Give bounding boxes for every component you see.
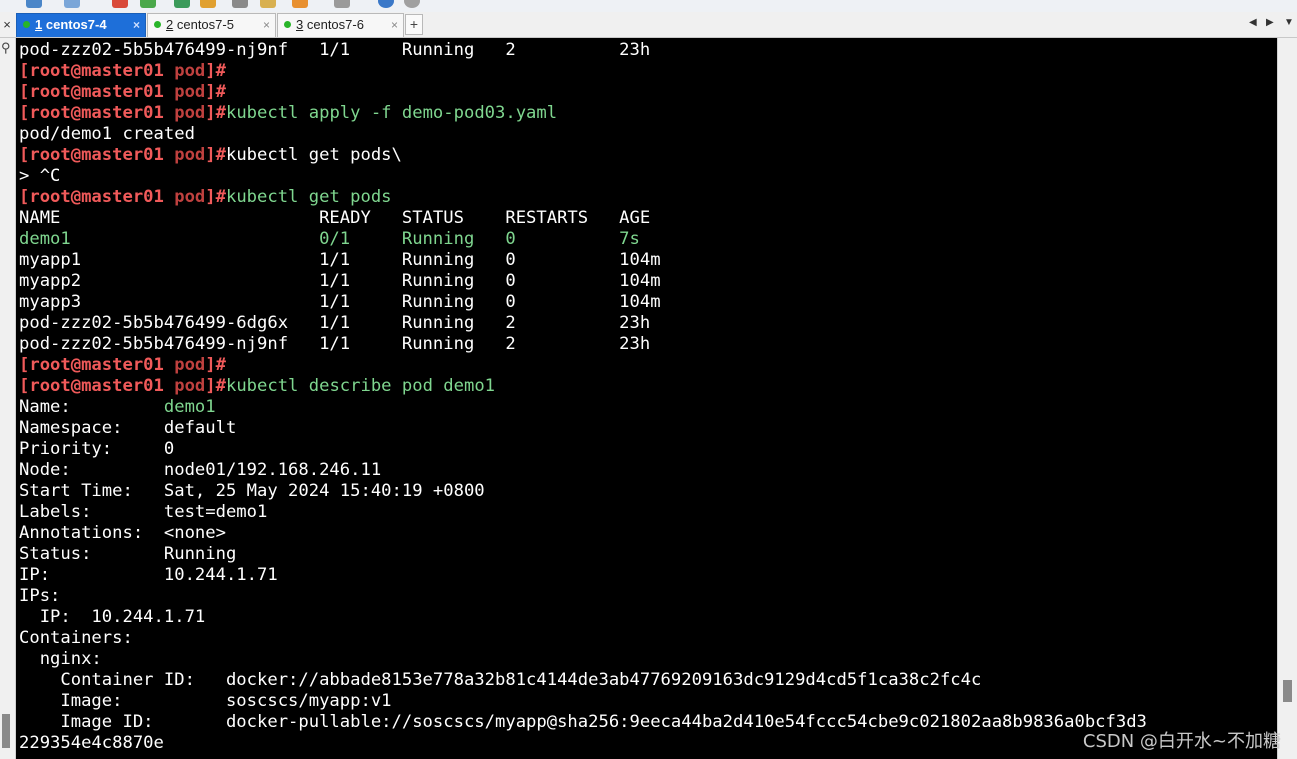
toolbar-icon-11[interactable] <box>378 0 394 8</box>
toolbar-icon-3[interactable] <box>112 0 128 8</box>
prompt-line: [root@master01 pod]# <box>19 355 226 375</box>
describe-line: IP: 10.244.1.71 <box>19 565 278 585</box>
describe-line: Container ID: docker://abbade8153e778a32… <box>19 670 982 690</box>
toolbar-icon-6[interactable] <box>200 0 216 8</box>
describe-line: Annotations: <none> <box>19 523 226 543</box>
pods-table-row: myapp1 1/1 Running 0 104m <box>19 250 661 270</box>
tab-number: 1 <box>35 17 43 32</box>
terminal-line: pod-zzz02-5b5b476499-nj9nf 1/1 Running 2… <box>19 40 651 60</box>
describe-line: Priority: 0 <box>19 439 175 459</box>
terminal-output[interactable]: pod-zzz02-5b5b476499-nj9nf 1/1 Running 2… <box>16 38 1277 759</box>
describe-line: Image ID: docker-pullable://soscscs/myap… <box>19 712 1147 732</box>
chevron-right-icon[interactable]: ▶ <box>1266 17 1274 28</box>
prompt-line: [root@master01 pod]#kubectl apply -f dem… <box>19 103 558 123</box>
prompt-line: [root@master01 pod]# <box>19 82 226 102</box>
tab-centos7-6[interactable]: 3 centos7-6 × <box>277 13 404 37</box>
describe-line: Namespace: default <box>19 418 237 438</box>
left-panel-strip: ⚲ <box>0 38 16 759</box>
terminal-line: pod/demo1 created <box>19 124 195 144</box>
tab-number: 3 <box>296 17 304 32</box>
prompt-line: [root@master01 pod]#kubectl get pods\ <box>19 145 402 165</box>
new-tab-button[interactable]: + <box>405 14 423 35</box>
pods-table-header: NAME READY STATUS RESTARTS AGE <box>19 208 651 228</box>
toolbar-icon-8[interactable] <box>260 0 276 8</box>
close-all-tabs-button[interactable]: × <box>0 13 14 37</box>
toolbar-icon-10[interactable] <box>334 0 350 8</box>
describe-line: IPs: <box>19 586 61 606</box>
tab-label: centos7-4 <box>45 17 107 32</box>
pods-table-row: pod-zzz02-5b5b476499-nj9nf 1/1 Running 2… <box>19 334 651 354</box>
describe-line: Node: node01/192.168.246.11 <box>19 460 382 480</box>
describe-line: IP: 10.244.1.71 <box>19 607 206 627</box>
chevron-down-icon[interactable]: ▼ <box>1284 17 1294 28</box>
toolbar-icon-7[interactable] <box>232 0 248 8</box>
connected-status-icon <box>154 21 161 28</box>
terminal-line: > ^C <box>19 166 61 186</box>
tab-close-icon[interactable]: × <box>391 14 398 36</box>
prompt-line: [root@master01 pod]#kubectl describe pod… <box>19 376 496 396</box>
tab-bar: × 1 centos7-4 × 2 centos7-5 × 3 centos7-… <box>0 12 1297 38</box>
connected-status-icon <box>284 21 291 28</box>
pods-table-row: pod-zzz02-5b5b476499-6dg6x 1/1 Running 2… <box>19 313 651 333</box>
toolbar-icon-12[interactable] <box>404 0 420 8</box>
tab-label: centos7-6 <box>306 17 364 32</box>
tab-number: 2 <box>166 17 174 32</box>
describe-line: Containers: <box>19 628 133 648</box>
describe-line: Name: demo1 <box>19 397 216 417</box>
chevron-left-icon[interactable]: ◀ <box>1249 17 1257 28</box>
tab-centos7-4[interactable]: 1 centos7-4 × <box>16 13 146 37</box>
left-splitter-handle[interactable] <box>2 714 10 748</box>
toolbar-icon-9[interactable] <box>292 0 308 8</box>
toolbar-icon-2[interactable] <box>64 0 80 8</box>
describe-line: Image: soscscs/myapp:v1 <box>19 691 392 711</box>
describe-line: Start Time: Sat, 25 May 2024 15:40:19 +0… <box>19 481 485 501</box>
describe-line: nginx: <box>19 649 102 669</box>
connected-status-icon <box>23 21 30 28</box>
scrollbar-thumb[interactable] <box>1283 680 1292 702</box>
pods-table-row: myapp3 1/1 Running 0 104m <box>19 292 661 312</box>
tab-centos7-5[interactable]: 2 centos7-5 × <box>147 13 276 37</box>
describe-line: Labels: test=demo1 <box>19 502 268 522</box>
prompt-line: [root@master01 pod]#kubectl get pods <box>19 187 392 207</box>
toolbar-icon-1[interactable] <box>26 0 42 8</box>
prompt-line: [root@master01 pod]# <box>19 61 226 81</box>
toolbar <box>0 0 1297 12</box>
watermark: CSDN @白开水~不加糖 <box>1082 731 1281 752</box>
describe-line: Status: Running <box>19 544 237 564</box>
tab-close-icon[interactable]: × <box>133 14 140 36</box>
describe-line: 229354e4c8870e <box>19 733 164 753</box>
pods-table-row: myapp2 1/1 Running 0 104m <box>19 271 661 291</box>
toolbar-icon-4[interactable] <box>140 0 156 8</box>
search-icon[interactable]: ⚲ <box>1 40 11 56</box>
tab-label: centos7-5 <box>176 17 234 32</box>
pods-table-row: demo1 0/1 Running 0 7s <box>19 229 640 249</box>
toolbar-icon-5[interactable] <box>174 0 190 8</box>
vertical-scrollbar[interactable] <box>1277 38 1297 759</box>
tab-close-icon[interactable]: × <box>263 14 270 36</box>
